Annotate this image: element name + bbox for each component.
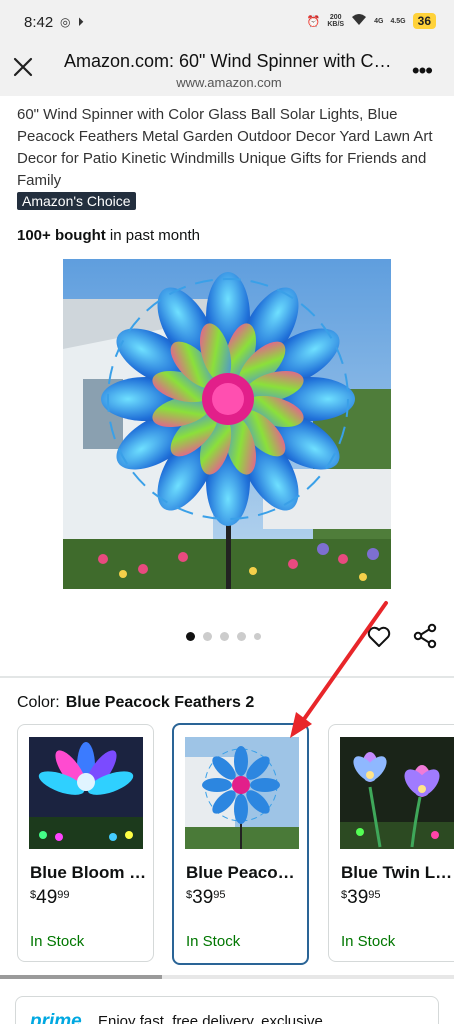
- color-label: Color: Blue Peacock Feathers 2: [17, 694, 255, 711]
- prime-text: Enjoy fast, free delivery, exclusive: [98, 1013, 323, 1024]
- color-option-card[interactable]: Blue Twin Lotus $3995 In Stock: [328, 724, 454, 962]
- amazons-choice-badge: Amazon's Choice: [17, 192, 136, 210]
- browser-header: Amazon.com: 60" Wind Spinner with Color …: [0, 44, 454, 96]
- prime-logo: prime: [30, 1011, 82, 1024]
- status-time: 8:42: [24, 14, 54, 31]
- status-bar: 8:42 ◎ ⏵ ⏰ 200 KB/S 4G 4.5G 36: [0, 0, 454, 44]
- more-options-icon[interactable]: •••: [412, 58, 433, 84]
- color-option-name: Blue Bloom Flowers: [30, 863, 148, 882]
- battery-icon: 36: [412, 13, 436, 29]
- color-option-price: $3995: [186, 887, 226, 908]
- scrollbar-thumb[interactable]: [0, 975, 162, 979]
- status-notification-icons: ◎ ⏵: [60, 15, 86, 29]
- color-option-image: [185, 737, 299, 849]
- wifi-icon: [351, 13, 367, 29]
- product-image[interactable]: [63, 259, 391, 589]
- signal-4g: 4G: [374, 17, 384, 25]
- pager-dot[interactable]: [220, 632, 229, 641]
- product-title[interactable]: 60" Wind Spinner with Color Glass Ball S…: [17, 104, 437, 192]
- section-divider: [0, 676, 454, 678]
- bought-count: 100+ bought in past month: [17, 227, 200, 244]
- color-option-name: Blue Twin Lotus: [341, 863, 454, 882]
- image-pager[interactable]: [186, 632, 261, 641]
- pager-dot[interactable]: [237, 632, 246, 641]
- color-option-price: $3995: [341, 887, 381, 908]
- selected-color: Blue Peacock Feathers 2: [65, 694, 255, 711]
- status-right-icons: ⏰ 200 KB/S 4G 4.5G 36: [307, 13, 436, 29]
- color-option-card-selected[interactable]: Blue Peacock Feathers 2 $3995 In Stock: [172, 723, 309, 965]
- color-option-image: [29, 737, 143, 849]
- color-option-name: Blue Peacock Feathers 2: [186, 863, 304, 882]
- heart-icon[interactable]: [366, 624, 392, 650]
- close-icon[interactable]: [12, 56, 34, 78]
- stock-status: In Stock: [186, 933, 241, 950]
- page-title: Amazon.com: 60" Wind Spinner with Color …: [64, 51, 394, 71]
- network-speed: 200 KB/S: [327, 14, 345, 28]
- share-icon[interactable]: [412, 623, 438, 649]
- signal-45g: 4.5G: [390, 17, 406, 25]
- stock-status: In Stock: [30, 933, 85, 950]
- color-option-price: $4999: [30, 887, 70, 908]
- color-option-card[interactable]: Blue Bloom Flowers $4999 In Stock: [17, 724, 154, 962]
- stock-status: In Stock: [341, 933, 396, 950]
- page-url: www.amazon.com: [176, 75, 282, 90]
- pager-dot[interactable]: [254, 633, 261, 640]
- prime-banner[interactable]: prime Enjoy fast, free delivery, exclusi…: [15, 996, 439, 1024]
- horizontal-scrollbar[interactable]: [0, 975, 454, 979]
- color-option-image: [340, 737, 454, 849]
- pager-dot[interactable]: [203, 632, 212, 641]
- pager-dot[interactable]: [186, 632, 195, 641]
- alarm-icon: ⏰: [306, 15, 321, 28]
